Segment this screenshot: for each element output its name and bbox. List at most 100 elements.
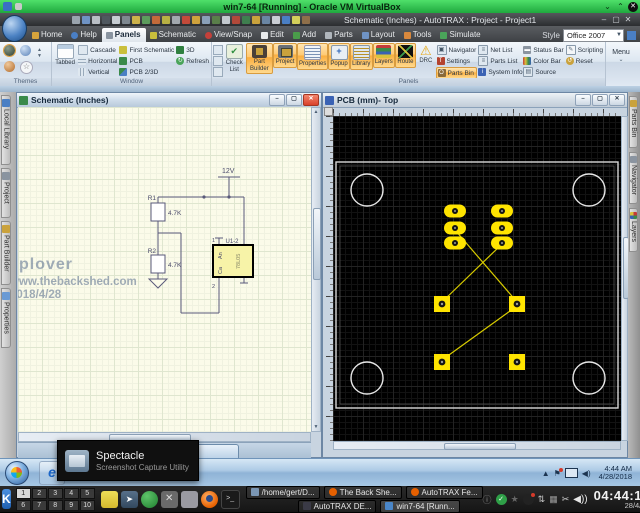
qat-icon[interactable]: [162, 16, 170, 24]
task-virtualbox-vm[interactable]: win7-64 [Runn...: [380, 500, 459, 513]
tab-home[interactable]: Home: [28, 28, 67, 42]
qat-icon[interactable]: [232, 16, 240, 24]
check-list-button[interactable]: ✔ Check List: [223, 43, 246, 74]
pin-icon[interactable]: [15, 3, 22, 10]
tab-parts[interactable]: Parts: [321, 28, 358, 42]
utilities-icon[interactable]: ✕: [161, 491, 178, 508]
pcb-minimize-button[interactable]: –: [575, 94, 591, 106]
favorites-icon[interactable]: ★: [511, 494, 519, 505]
clipboard-scissors-icon[interactable]: ✂: [562, 494, 570, 505]
terminal-icon[interactable]: >_: [221, 490, 240, 509]
popup-button[interactable]: + Popup: [328, 43, 349, 70]
route-button[interactable]: Route: [395, 43, 416, 68]
screenshot-tool-icon[interactable]: ➤: [121, 491, 138, 508]
desktop-8[interactable]: 8: [48, 500, 63, 511]
pcb-window-titlebar[interactable]: PCB (mm)- Top – ▢ ✕: [323, 93, 627, 108]
project-button[interactable]: Project: [273, 43, 297, 68]
action-center-flag-icon[interactable]: ⚑: [554, 469, 561, 478]
app-close-button[interactable]: ✕: [622, 15, 634, 24]
application-menu-orb[interactable]: [2, 15, 27, 42]
tray-expand-icon[interactable]: ▲: [542, 469, 550, 478]
source-button[interactable]: ▤Source: [522, 67, 564, 77]
notification-popup[interactable]: Spectacle Screenshot Capture Utility: [57, 440, 199, 481]
themes-scroll-down[interactable]: ▼: [37, 53, 42, 59]
settings-button[interactable]: TSettings: [436, 56, 478, 66]
reset-button[interactable]: ↺Reset: [565, 56, 604, 66]
app-launcher-button[interactable]: K: [2, 489, 11, 509]
updates-ok-icon[interactable]: ✓: [496, 494, 507, 505]
navigator-button[interactable]: ▣Navigator: [436, 45, 478, 55]
first-schematic-button[interactable]: First Schematic: [118, 45, 175, 55]
qat-icon[interactable]: [262, 16, 270, 24]
properties-button[interactable]: Properties: [297, 43, 328, 70]
scroll-up-icon[interactable]: ▲: [312, 109, 320, 115]
theme-swatch-star[interactable]: ☆: [20, 61, 33, 74]
pcb-restore-button[interactable]: ▢: [592, 94, 608, 106]
qat-icon[interactable]: [272, 16, 280, 24]
tab-edit[interactable]: Edit: [257, 28, 289, 42]
qat-icon[interactable]: [252, 16, 260, 24]
system-info-button[interactable]: iSystem Info.: [477, 67, 522, 77]
desktop-6[interactable]: 6: [16, 500, 31, 511]
desktop-7[interactable]: 7: [32, 500, 47, 511]
horizontal-button[interactable]: Horizontal: [77, 56, 118, 66]
ruler-corner-icon[interactable]: [324, 107, 333, 116]
qat-icon[interactable]: [242, 16, 250, 24]
pcb-close-button[interactable]: ✕: [609, 94, 625, 106]
component-pads[interactable]: [434, 205, 525, 371]
desktop-4[interactable]: 4: [64, 488, 79, 499]
desktop-5[interactable]: 5: [80, 488, 95, 499]
mounting-holes[interactable]: [351, 174, 605, 394]
qat-icon[interactable]: [92, 16, 100, 24]
3d-button[interactable]: 3D: [175, 45, 210, 55]
task-firefox-1[interactable]: The Back She...: [324, 486, 402, 499]
tab-tools[interactable]: Tools: [400, 28, 437, 42]
input-method-icon[interactable]: ▦: [549, 494, 558, 505]
schematic-minimize-button[interactable]: –: [269, 94, 285, 106]
vm-close-button[interactable]: ✕: [628, 2, 638, 12]
layers-button[interactable]: Layers: [373, 43, 395, 68]
tab-simulate[interactable]: Simulate: [436, 28, 485, 42]
mini-window-icon[interactable]: [213, 67, 223, 77]
notes-icon[interactable]: [101, 491, 118, 508]
network-icon[interactable]: [565, 468, 578, 478]
sidebar-tab-local-library[interactable]: Local Library: [1, 95, 11, 165]
qat-icon[interactable]: [122, 16, 130, 24]
tab-panels[interactable]: Panels: [102, 28, 146, 42]
tab-view-snap[interactable]: View/Snap: [201, 28, 257, 42]
cascade-button[interactable]: Cascade: [77, 45, 118, 55]
theme-swatch-dark[interactable]: [4, 45, 15, 56]
qat-icon[interactable]: [192, 16, 200, 24]
desktop-10[interactable]: 10: [80, 500, 95, 511]
qat-icon[interactable]: [72, 16, 80, 24]
app-minimize-button[interactable]: –: [598, 15, 610, 24]
pcb-canvas[interactable]: [333, 116, 621, 441]
theme-swatch-blue[interactable]: [20, 45, 31, 56]
part-builder-button[interactable]: Part Builder: [246, 43, 274, 74]
media-app-icon[interactable]: [141, 491, 158, 508]
start-button[interactable]: [5, 461, 29, 485]
pcb-button[interactable]: PCB: [118, 56, 175, 66]
device-icon[interactable]: ⇅: [538, 494, 546, 505]
vertical-button[interactable]: Vertical: [77, 67, 118, 77]
tab-help[interactable]: Help: [67, 28, 101, 42]
side-tab-navigator[interactable]: Navigator: [629, 152, 638, 204]
host-clock[interactable]: 04:44:19 28/4/18: [594, 489, 640, 510]
pcb-horizontal-scrollbar[interactable]: [333, 441, 621, 450]
side-tab-parts-bin[interactable]: Parts Bin: [629, 96, 638, 148]
schematic-close-button[interactable]: ✕: [303, 94, 319, 106]
sidebar-tab-part-builder[interactable]: Part Builder: [1, 221, 11, 285]
qat-icon[interactable]: [132, 16, 140, 24]
qat-icon[interactable]: [222, 16, 230, 24]
vm-clock[interactable]: 4:44 AM 4/28/2018: [599, 465, 640, 482]
status-bar-button[interactable]: ▬Status Bar: [522, 45, 564, 55]
qat-icon[interactable]: [172, 16, 180, 24]
task-file-manager[interactable]: /home/gert/D...: [246, 486, 320, 499]
desktop-9[interactable]: 9: [64, 500, 79, 511]
qat-icon[interactable]: [152, 16, 160, 24]
tab-add[interactable]: Add: [289, 28, 321, 42]
app-maximize-button[interactable]: ▢: [610, 15, 622, 24]
tabbed-button[interactable]: Tabbed: [53, 43, 77, 68]
parts-list-button[interactable]: ≡Parts List: [477, 56, 522, 66]
scroll-down-icon[interactable]: ▼: [312, 424, 320, 430]
